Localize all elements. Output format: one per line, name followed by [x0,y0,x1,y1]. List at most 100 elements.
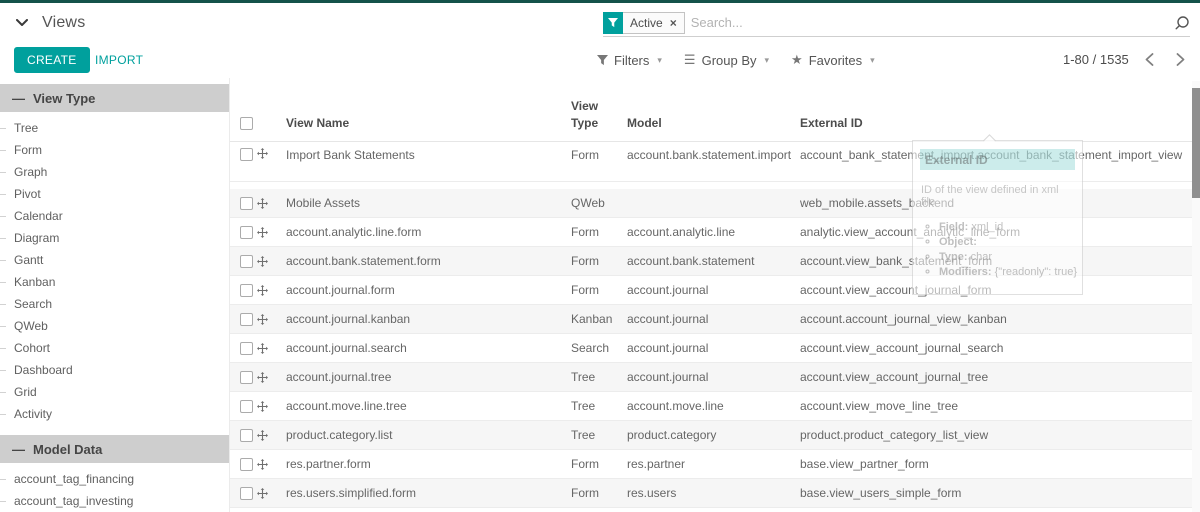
cell-view-name: account.move.line.tree [286,399,571,413]
search-panel-sidebar: — View Type Tree Form Graph Pivot Calend… [0,78,230,512]
star-icon: ★ [791,52,803,68]
sidebar-item-view-type[interactable]: Search [0,293,229,315]
view-type-list: Tree Form Graph Pivot Calendar Diagram G… [0,117,229,425]
table-row[interactable]: account.journal.search Search account.jo… [230,334,1200,363]
search-input[interactable] [691,15,1168,30]
table-header: View Name View Type Model External ID [230,78,1200,142]
sidebar-item-view-type[interactable]: Tree [0,117,229,139]
row-checkbox[interactable] [240,371,253,384]
cell-model: account.analytic.line [627,225,800,239]
drag-handle-icon[interactable] [257,401,268,412]
column-header-view-name[interactable]: View Name [286,115,571,132]
row-checkbox[interactable] [240,284,253,297]
group-by-dropdown[interactable]: ☰ Group By ▾ [684,52,769,68]
sidebar-item-view-type[interactable]: Dashboard [0,359,229,381]
cell-view-name: Import Bank Statements [286,148,571,162]
row-checkbox[interactable] [240,255,253,268]
table-row[interactable]: account.journal.kanban Kanban account.jo… [230,305,1200,334]
cell-model: account.bank.statement [627,254,800,268]
sidebar-item-view-type[interactable]: Cohort [0,337,229,359]
cell-view-name: Mobile Assets [286,196,571,210]
sidebar-item-view-type[interactable]: Form [0,139,229,161]
cell-view-name: account.analytic.line.form [286,225,571,239]
search-facet-active[interactable]: Active × [603,12,685,34]
drag-handle-icon[interactable] [257,227,268,238]
sidebar-item-view-type[interactable]: Calendar [0,205,229,227]
drag-handle-icon[interactable] [257,343,268,354]
cell-view-type: Form [571,283,627,297]
row-checkbox[interactable] [240,429,253,442]
drag-handle-icon[interactable] [257,372,268,383]
favorites-dropdown[interactable]: ★ Favorites ▾ [791,52,875,68]
cell-view-name: account.journal.tree [286,370,571,384]
table-row[interactable]: res.partner.form Form res.partner base.v… [230,450,1200,479]
cell-model: account.journal [627,341,800,355]
chevron-down-icon[interactable] [16,19,28,27]
tooltip-field: Type: char [939,250,1082,265]
drag-handle-icon[interactable] [257,488,268,499]
drag-handle-icon[interactable] [257,285,268,296]
caret-down-icon: ▾ [870,55,875,66]
drag-handle-icon[interactable] [257,314,268,325]
cell-external-id: account.view_account_journal_tree [800,370,1200,384]
sidebar-item-model-data[interactable]: account_tag_investing [0,490,229,512]
pager-range: 1-80 / 1535 [1063,52,1129,67]
row-checkbox[interactable] [240,226,253,239]
select-all-checkbox[interactable] [240,117,253,130]
row-checkbox[interactable] [240,197,253,210]
table-row[interactable]: product.category.list Tree product.categ… [230,421,1200,450]
cell-model: res.users [627,486,800,500]
drag-handle-icon[interactable] [257,256,268,267]
sidebar-item-view-type[interactable]: Gantt [0,249,229,271]
scrollbar-thumb[interactable] [1192,88,1200,198]
row-checkbox[interactable] [240,400,253,413]
sidebar-item-view-type[interactable]: Diagram [0,227,229,249]
caret-down-icon: ▾ [657,55,662,66]
search-bar[interactable]: Active × [603,9,1190,37]
pager-previous-button[interactable] [1139,53,1160,66]
tooltip-field: Object: [939,235,1082,250]
sidebar-item-model-data[interactable]: account_tag_financing [0,468,229,490]
filter-icon [597,55,608,66]
drag-handle-icon[interactable] [257,198,268,209]
sidebar-item-view-type[interactable]: Graph [0,161,229,183]
import-button[interactable]: IMPORT [95,47,143,73]
tooltip-title: External ID [920,149,1075,170]
row-checkbox[interactable] [240,148,253,161]
sidebar-item-view-type[interactable]: Kanban [0,271,229,293]
search-icon[interactable] [1174,15,1190,31]
cell-model: account.journal [627,370,800,384]
create-button[interactable]: CREATE [14,47,90,73]
chevron-left-icon [1145,53,1154,66]
table-row[interactable]: account.journal.tree Tree account.journa… [230,363,1200,392]
filters-dropdown[interactable]: Filters ▾ [597,53,662,68]
column-header-model[interactable]: Model [627,115,800,132]
column-header-external-id[interactable]: External ID [800,115,1200,132]
table-row[interactable]: res.users.simplified.form Form res.users… [230,479,1200,508]
sidebar-section-model-data: — Model Data [0,435,229,463]
facet-label: Active [630,16,663,30]
column-header-view-type[interactable]: View Type [571,98,627,132]
tooltip-field: Modifiers: {"readonly": true} [939,265,1082,280]
drag-handle-icon[interactable] [257,430,268,441]
table-row[interactable]: account.move.line.tree Tree account.move… [230,392,1200,421]
cell-external-id: product.product_category_list_view [800,428,1200,442]
search-options: Filters ▾ ☰ Group By ▾ ★ Favorites ▾ [597,52,875,68]
tooltip-field: Field: xml_id [939,220,1082,235]
sidebar-item-view-type[interactable]: Pivot [0,183,229,205]
row-checkbox[interactable] [240,458,253,471]
sidebar-item-view-type[interactable]: Grid [0,381,229,403]
pager-next-button[interactable] [1170,53,1191,66]
drag-handle-icon[interactable] [257,459,268,470]
sidebar-item-view-type[interactable]: QWeb [0,315,229,337]
sidebar-item-view-type[interactable]: Activity [0,403,229,425]
drag-handle-icon[interactable] [257,148,268,159]
facet-remove-icon[interactable]: × [670,17,677,29]
row-checkbox[interactable] [240,342,253,355]
row-checkbox[interactable] [240,313,253,326]
cell-view-type: Search [571,341,627,355]
row-checkbox[interactable] [240,487,253,500]
cell-model: account.journal [627,283,800,297]
tooltip-description: ID of the view defined in xml file [921,184,1074,208]
cell-view-name: account.journal.form [286,283,571,297]
